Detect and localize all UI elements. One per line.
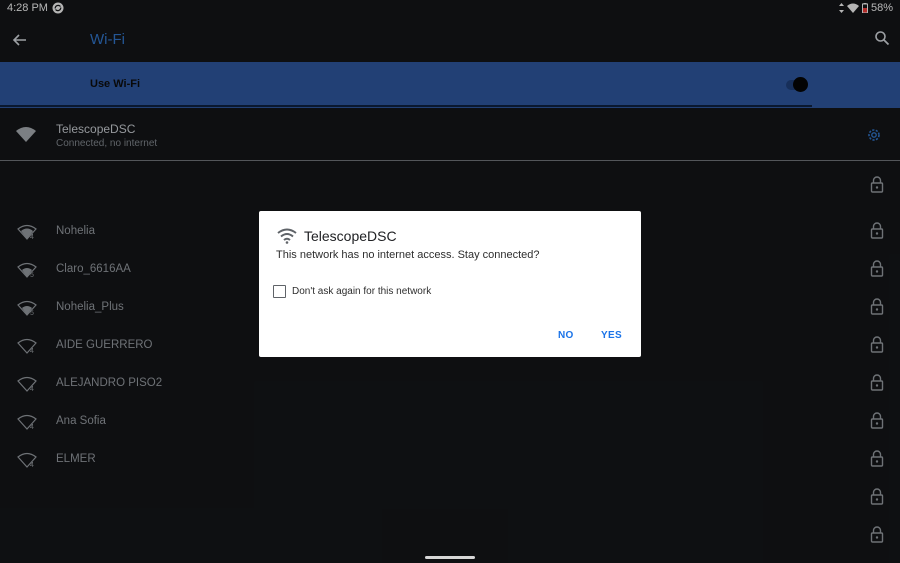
no-internet-dialog: TelescopeDSC This network has no interne…: [259, 211, 641, 357]
wifi-icon: [277, 228, 297, 244]
dont-ask-again-label: Don't ask again for this network: [292, 285, 432, 297]
dialog-message: This network has no internet access. Sta…: [276, 249, 540, 261]
dialog-title: TelescopeDSC: [304, 228, 397, 244]
dont-ask-again-checkbox[interactable]: [273, 284, 286, 298]
yes-button[interactable]: YES: [601, 330, 622, 341]
navigation-handle[interactable]: [425, 556, 475, 559]
no-button[interactable]: NO: [558, 330, 574, 341]
dont-ask-again-option[interactable]: Don't ask again for this network: [273, 284, 431, 298]
